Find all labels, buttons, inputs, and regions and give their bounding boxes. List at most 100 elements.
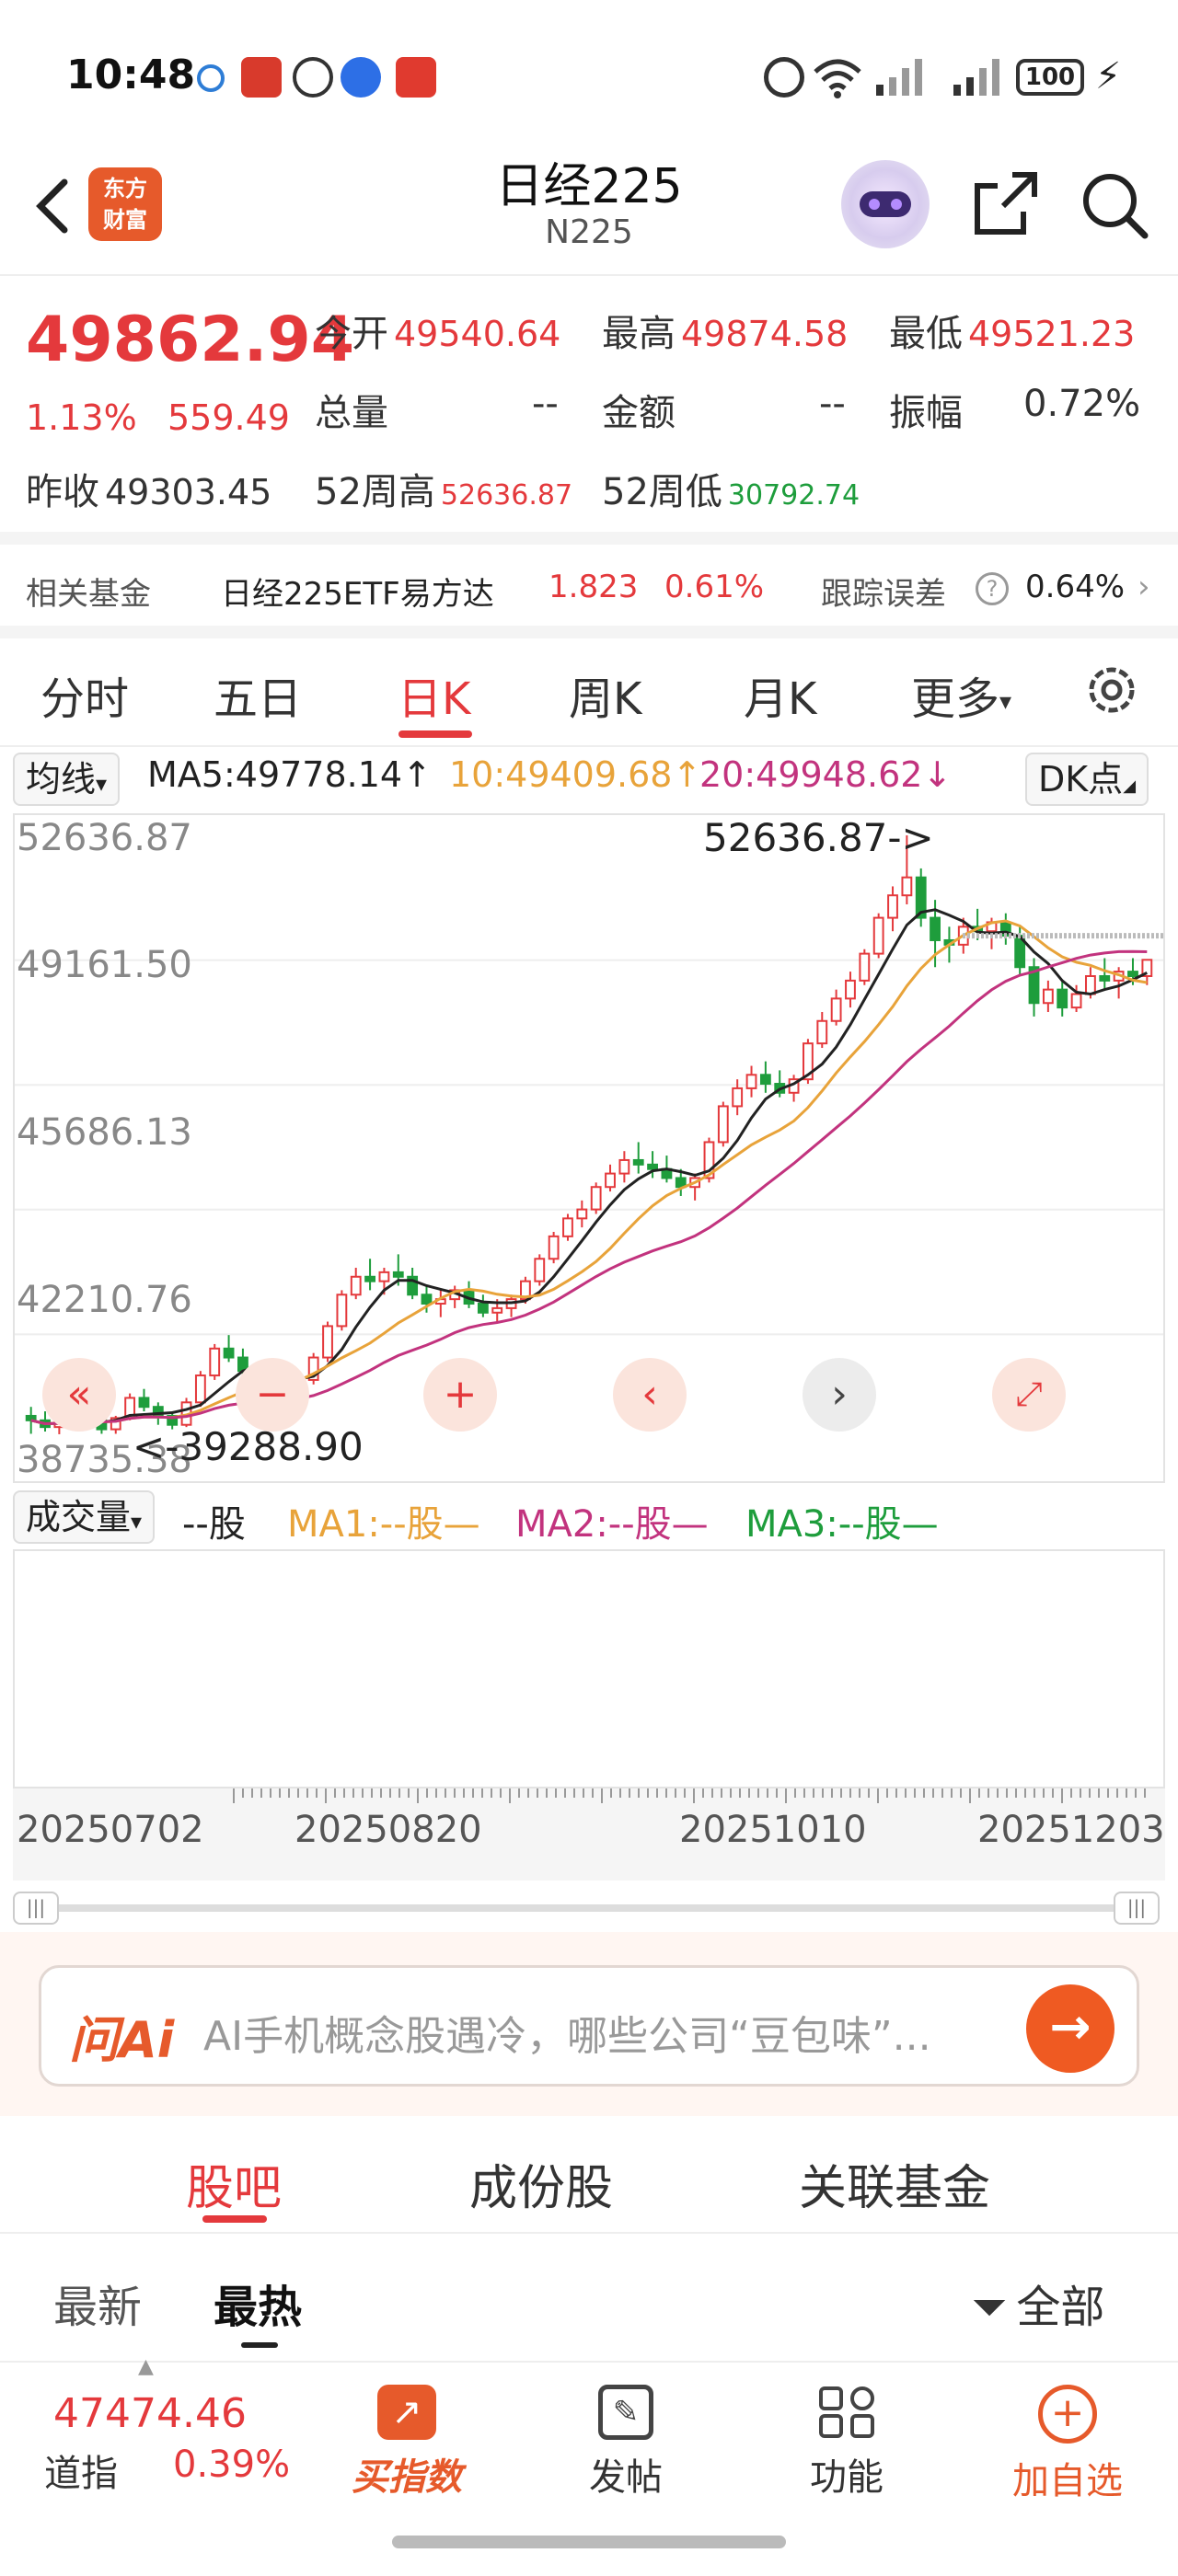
ma-line-ma20 bbox=[30, 949, 1148, 1426]
tracking-value: 0.64% bbox=[1025, 569, 1126, 605]
zoom-in-button[interactable]: + bbox=[423, 1358, 497, 1432]
assistant-avatar-icon[interactable] bbox=[841, 160, 930, 248]
filter-button[interactable]: ⏷ 全部 bbox=[972, 2271, 1104, 2335]
high-value: 49874.58 bbox=[681, 314, 849, 354]
scroll-right-button[interactable]: › bbox=[803, 1358, 876, 1432]
message-icon bbox=[197, 64, 225, 92]
candle-body-14 bbox=[223, 1347, 235, 1359]
fund-pct: 0.61% bbox=[664, 569, 765, 605]
range-scrollbar[interactable]: ||| ||| bbox=[13, 1888, 1165, 1928]
candle-body-52 bbox=[759, 1074, 771, 1086]
candle-body-28 bbox=[421, 1294, 433, 1305]
scrollbar-handle-left[interactable]: ||| bbox=[13, 1892, 59, 1925]
tab-intraday[interactable]: 分时 bbox=[40, 662, 129, 727]
amplitude-label: 振幅 bbox=[889, 392, 963, 434]
edit-icon: ✎ bbox=[598, 2385, 653, 2440]
ai-section: 问Ai AI手机概念股遇冷，哪些公司“豆包味”... → bbox=[0, 1932, 1178, 2116]
high-cell: 最高 49874.58 bbox=[602, 304, 848, 357]
low-value: 49521.23 bbox=[968, 314, 1136, 354]
fund-label: 相关基金 bbox=[26, 576, 151, 613]
candle-body-76 bbox=[1099, 974, 1111, 982]
chevron-right-icon[interactable]: › bbox=[1138, 569, 1150, 605]
candle-body-61 bbox=[887, 894, 898, 919]
quote-panel: 49862.94 1.13% 559.49 今开 49540.64 最高 49874… bbox=[0, 278, 1178, 545]
candle-body-41 bbox=[605, 1172, 616, 1189]
home-indicator[interactable] bbox=[392, 2536, 786, 2548]
sort-hot[interactable]: 最热 bbox=[214, 2271, 302, 2335]
ma-line-ma10 bbox=[30, 919, 1148, 1426]
tab-five-day[interactable]: 五日 bbox=[214, 662, 302, 727]
signal-icon bbox=[876, 59, 922, 96]
max-price-marker: 52636.87-> bbox=[703, 815, 934, 860]
candle-body-12 bbox=[194, 1374, 206, 1404]
baidu-icon bbox=[341, 57, 381, 98]
features-button[interactable]: 功能 bbox=[773, 2385, 920, 2501]
ai-prompt-bar[interactable]: 问Ai AI手机概念股遇冷，哪些公司“豆包味”... → bbox=[39, 1965, 1139, 2087]
candle-body-40 bbox=[590, 1186, 602, 1211]
candle-body-21 bbox=[322, 1325, 333, 1359]
help-icon[interactable]: ? bbox=[976, 572, 1009, 605]
open-label: 今开 bbox=[315, 313, 388, 355]
tab-constituents[interactable]: 成份股 bbox=[469, 2149, 613, 2218]
volume-selector-label: 成交量 bbox=[26, 1497, 132, 1537]
candle-body-73 bbox=[1057, 988, 1068, 1009]
related-fund-row[interactable]: 相关基金 日经225ETF易方达 1.823 0.61% 跟踪误差 ? 0.64… bbox=[0, 543, 1178, 638]
tab-monthly-k[interactable]: 月K bbox=[744, 662, 816, 727]
ma-selector[interactable]: 均线▾ bbox=[13, 753, 121, 806]
candle-body-33 bbox=[491, 1306, 503, 1314]
candle-body-58 bbox=[845, 979, 856, 1000]
volume-chart[interactable] bbox=[13, 1549, 1165, 1788]
scroll-left-button[interactable]: ‹ bbox=[613, 1358, 687, 1432]
battery-level: 100 bbox=[1024, 63, 1076, 91]
add-watchlist-button[interactable]: + 加自选 bbox=[994, 2385, 1141, 2504]
volume-ma2: MA2:--股— bbox=[515, 1503, 709, 1546]
tab-more-label: 更多 bbox=[911, 673, 1000, 725]
candle-body-62 bbox=[901, 876, 913, 897]
change-amount: 559.49 bbox=[167, 397, 290, 438]
arrow-right-icon[interactable]: → bbox=[1026, 1984, 1114, 2073]
buy-index-button[interactable]: ↗ 买指数 bbox=[333, 2385, 480, 2501]
kline-chart[interactable]: 52636.87 49161.50 45686.13 42210.76 3873… bbox=[13, 813, 1165, 1483]
sort-latest[interactable]: 最新 bbox=[53, 2271, 142, 2335]
caret-down-icon: ▾ bbox=[999, 688, 1012, 716]
fund-price: 1.823 bbox=[549, 569, 639, 605]
corner-icon: ◢ bbox=[1123, 776, 1137, 796]
x-label-1: 20250702 bbox=[17, 1809, 204, 1851]
volume-selector[interactable]: 成交量▾ bbox=[13, 1490, 156, 1544]
candle-body-8 bbox=[138, 1397, 150, 1409]
amount-label: 金额 bbox=[602, 392, 676, 434]
tab-daily-k[interactable]: 日K bbox=[398, 662, 470, 727]
scroll-left-fast-button[interactable]: « bbox=[42, 1358, 116, 1432]
low52-label: 52周低 bbox=[602, 471, 722, 513]
index-value: 47474.46 bbox=[53, 2390, 247, 2437]
candle-body-44 bbox=[647, 1163, 658, 1170]
index-ticker[interactable]: ▲ 47474.46 道指 0.39% bbox=[0, 2355, 313, 2501]
fund-name[interactable]: 日经225ETF易方达 bbox=[221, 569, 494, 614]
y-label-max: 52636.87 bbox=[17, 817, 192, 859]
zoom-out-button[interactable]: − bbox=[236, 1358, 309, 1432]
tab-weekly-k[interactable]: 周K bbox=[569, 662, 641, 727]
amount-value: -- bbox=[819, 383, 846, 425]
candle-body-22 bbox=[336, 1294, 348, 1328]
candle-body-36 bbox=[534, 1258, 546, 1282]
app-notification-icon bbox=[241, 57, 282, 98]
scrollbar-handle-right[interactable]: ||| bbox=[1114, 1892, 1160, 1925]
tab-related-funds[interactable]: 关联基金 bbox=[799, 2149, 990, 2218]
y-label-4: 42210.76 bbox=[17, 1279, 192, 1321]
x-axis: 20250702 20250820 20251010 20251203 bbox=[13, 1788, 1165, 1880]
volume-ma1: MA1:--股— bbox=[287, 1503, 480, 1546]
post-button[interactable]: ✎ 发帖 bbox=[552, 2385, 699, 2501]
tab-stock-bar[interactable]: 股吧 bbox=[186, 2149, 282, 2218]
tab-more[interactable]: 更多▾ bbox=[911, 662, 1011, 727]
x-axis-ticks bbox=[233, 1788, 1146, 1803]
change-percent: 1.13% bbox=[26, 397, 137, 438]
app-icon bbox=[396, 57, 436, 98]
search-icon[interactable] bbox=[1077, 167, 1150, 241]
ai-prompt-text[interactable]: AI手机概念股遇冷，哪些公司“豆包味”... bbox=[203, 2003, 931, 2062]
candle-body-51 bbox=[745, 1074, 757, 1089]
gear-icon[interactable] bbox=[1082, 661, 1141, 719]
candle-body-64 bbox=[930, 916, 941, 941]
share-icon[interactable] bbox=[968, 167, 1042, 241]
fullscreen-button[interactable]: ⤢ bbox=[992, 1358, 1066, 1432]
dk-point-button[interactable]: DK点◢ bbox=[1025, 753, 1149, 806]
